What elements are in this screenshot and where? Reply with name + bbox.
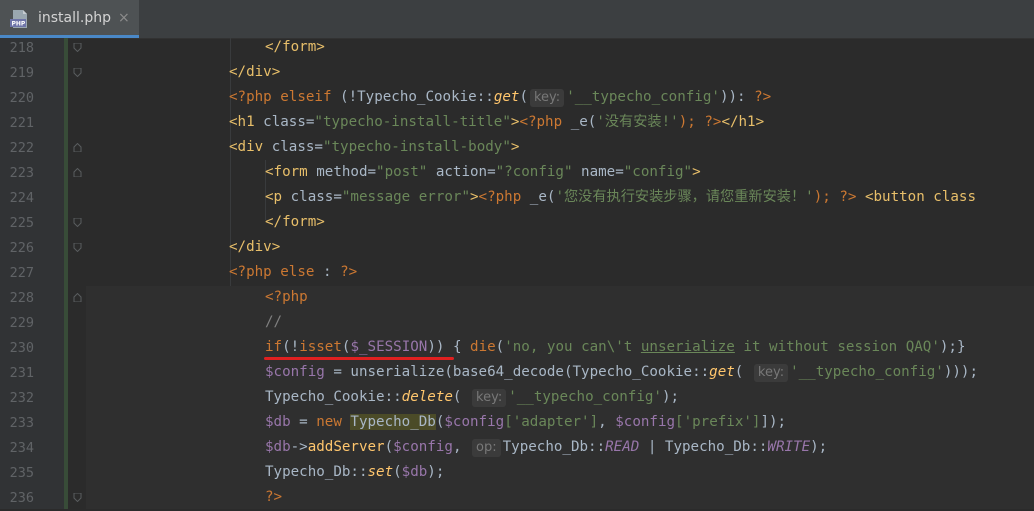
line-number: 231	[9, 365, 34, 381]
fold-icon[interactable]	[73, 218, 82, 227]
php-file-icon: PHP	[10, 10, 27, 28]
code-line-220: <?php elseif (!Typecho_Cookie::get(key: '…	[229, 89, 772, 107]
code-line-222: <div class="typecho-install-body">	[229, 139, 520, 155]
parameter-hint: key:	[472, 389, 507, 407]
line-number: 218	[9, 40, 34, 56]
tab-install-php[interactable]: PHP install.php ×	[0, 0, 139, 38]
code-line-228: <?php	[265, 289, 308, 305]
svg-text:PHP: PHP	[12, 21, 26, 28]
parameter-hint: key:	[529, 89, 565, 107]
code-line-224: <p class="message error"><?php _e('您没有执行…	[265, 189, 977, 205]
fold-icon[interactable]	[73, 68, 82, 77]
code-line-225: </form>	[265, 214, 325, 230]
code-editor[interactable]: </form> </div> <?php elseif (!Typecho_Co…	[86, 38, 1034, 509]
line-number: 227	[9, 265, 34, 281]
line-number: 224	[9, 190, 34, 206]
fold-icon[interactable]	[73, 143, 82, 152]
code-line-227: <?php else : ?>	[229, 264, 358, 280]
code-line-234: $db->addServer($config, op: Typecho_Db::R…	[265, 439, 828, 457]
line-number: 236	[9, 490, 34, 506]
editor-tab-bar: PHP install.php ×	[0, 0, 1034, 39]
close-icon[interactable]: ×	[118, 10, 130, 26]
code-line-236: ?>	[265, 489, 283, 505]
code-line-232: Typecho_Cookie::delete( key: '__typecho_c…	[265, 389, 680, 407]
fold-icon[interactable]	[73, 168, 82, 177]
line-number: 235	[9, 465, 34, 481]
code-line-221: <h1 class="typecho-install-title"><?php …	[229, 114, 765, 130]
code-line-219: </div>	[229, 64, 281, 80]
line-number: 223	[9, 165, 34, 181]
parameter-hint: op:	[472, 439, 501, 457]
tab-title: install.php	[38, 10, 112, 26]
fold-icon[interactable]	[73, 43, 82, 52]
parameter-hint: key:	[753, 364, 789, 382]
line-number: 219	[9, 65, 34, 81]
line-number: 222	[9, 140, 34, 156]
line-number: 221	[9, 115, 34, 131]
code-line-218: </form>	[265, 39, 325, 55]
code-line-233: $db = new Typecho_Db($config['adapter'],…	[265, 414, 787, 430]
vcs-change-marker	[64, 38, 68, 509]
code-line-235: Typecho_Db::set($db);	[265, 464, 445, 480]
code-line-231: $config = unserialize(base64_decode(Type…	[265, 364, 979, 382]
line-number: 232	[9, 390, 34, 406]
annotation-underline	[264, 357, 454, 360]
line-number: 226	[9, 240, 34, 256]
line-number: 229	[9, 315, 34, 331]
line-number: 233	[9, 415, 34, 431]
line-number: 225	[9, 215, 34, 231]
line-number: 220	[9, 90, 34, 106]
code-line-226: </div>	[229, 239, 281, 255]
fold-icon[interactable]	[73, 493, 82, 502]
fold-icon[interactable]	[73, 243, 82, 252]
code-line-223: <form method="post" action="?config" nam…	[265, 164, 701, 180]
line-number: 230	[9, 340, 34, 356]
line-number: 228	[9, 290, 34, 306]
code-line-229: //	[265, 314, 283, 330]
line-number: 234	[9, 440, 34, 456]
line-number-gutter: 218 219 220 221 222 223 224 225 226 227 …	[0, 38, 64, 509]
fold-icon[interactable]	[73, 293, 82, 302]
